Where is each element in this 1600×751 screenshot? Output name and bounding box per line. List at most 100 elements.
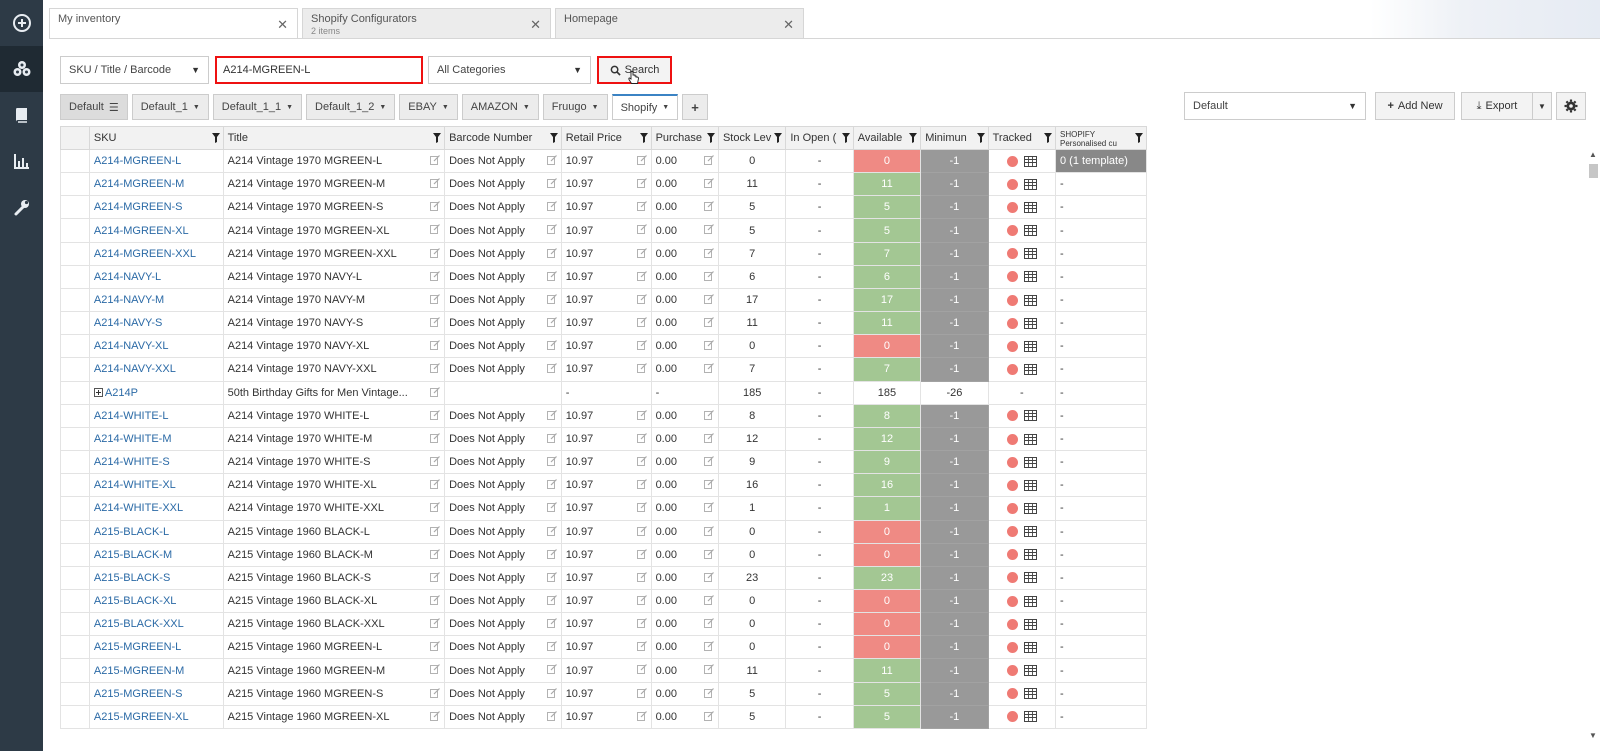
minimum-cell[interactable]: -1: [920, 426, 989, 452]
sku-link[interactable]: A214-NAVY-L: [94, 271, 161, 283]
edit-icon[interactable]: [430, 224, 441, 235]
tab-shopify-configurators[interactable]: Shopify Configurators 2 items ✕: [302, 8, 551, 38]
minimum-cell[interactable]: -1: [920, 565, 989, 590]
sku-cell[interactable]: A215-BLACK-L: [88, 519, 224, 544]
minimum-cell[interactable]: -1: [920, 403, 989, 428]
search-field-select[interactable]: SKU / Title / Barcode ▼: [60, 56, 209, 84]
edit-icon[interactable]: [636, 525, 647, 536]
minimum-cell[interactable]: -26: [920, 380, 989, 405]
sku-link[interactable]: A214-WHITE-M: [94, 433, 172, 445]
purchase-price-cell[interactable]: 0.00: [650, 496, 719, 521]
table-row[interactable]: A214-NAVY-L A214 Vintage 1970 NAVY-L Does …: [60, 264, 1147, 289]
purchase-price-cell[interactable]: 0.00: [650, 519, 719, 544]
tracked-cell[interactable]: [987, 264, 1057, 289]
table-row[interactable]: A215-BLACK-XXL A215 Vintage 1960 BLACK-XX…: [60, 612, 1147, 637]
edit-icon[interactable]: [430, 571, 441, 582]
minimum-cell[interactable]: -1: [920, 542, 989, 567]
edit-icon[interactable]: [704, 687, 714, 698]
table-icon[interactable]: [1023, 294, 1037, 306]
retail-price-cell[interactable]: 10.97: [560, 588, 652, 614]
table-row[interactable]: A215-MGREEN-S A215 Vintage 1960 MGREEN-S D…: [60, 681, 1147, 706]
barcode-cell[interactable]: Does Not Apply: [444, 519, 562, 544]
filter-icon[interactable]: [1044, 133, 1052, 143]
retail-price-cell[interactable]: 10.97: [560, 334, 652, 359]
table-icon[interactable]: [1023, 271, 1037, 283]
scroll-up-icon[interactable]: ▲: [1586, 150, 1600, 159]
edit-icon[interactable]: [546, 317, 557, 328]
edit-icon[interactable]: [636, 641, 647, 652]
sku-cell[interactable]: A215-BLACK-M: [88, 542, 224, 567]
row-select-cell[interactable]: [60, 635, 90, 660]
edit-icon[interactable]: [546, 479, 557, 490]
title-cell[interactable]: A215 Vintage 1960 BLACK-M: [222, 542, 446, 567]
table-row[interactable]: A215-MGREEN-L A215 Vintage 1960 MGREEN-L D…: [60, 635, 1147, 660]
edit-icon[interactable]: [636, 571, 647, 582]
edit-icon[interactable]: [546, 548, 557, 559]
edit-icon[interactable]: [704, 317, 714, 328]
filter-icon[interactable]: [841, 133, 850, 143]
barcode-cell[interactable]: Does Not Apply: [444, 264, 562, 289]
tracked-cell[interactable]: [987, 403, 1057, 428]
barcode-cell[interactable]: Does Not Apply: [444, 635, 562, 660]
purchase-price-cell[interactable]: 0.00: [650, 241, 719, 266]
filter-icon[interactable]: [211, 133, 220, 143]
edit-icon[interactable]: [430, 687, 441, 698]
sku-link[interactable]: A215-MGREEN-L: [94, 641, 181, 653]
title-cell[interactable]: A214 Vintage 1970 MGREEN-S: [222, 195, 446, 220]
row-select-cell[interactable]: [60, 357, 90, 382]
purchase-price-cell[interactable]: 0.00: [650, 287, 719, 313]
close-icon[interactable]: ✕: [783, 17, 794, 33]
edit-icon[interactable]: [430, 479, 441, 490]
barcode-cell[interactable]: Does Not Apply: [444, 681, 562, 706]
table-icon[interactable]: [1023, 433, 1037, 445]
retail-price-cell[interactable]: 10.97: [560, 635, 652, 660]
minimum-cell[interactable]: -1: [920, 287, 989, 313]
edit-icon[interactable]: [704, 664, 714, 675]
edit-icon[interactable]: [546, 664, 557, 675]
shopify-cell[interactable]: -: [1055, 704, 1147, 729]
row-select-cell[interactable]: [60, 287, 90, 313]
edit-icon[interactable]: [430, 409, 441, 420]
sku-link[interactable]: A215-BLACK-XXL: [94, 618, 184, 630]
add-view-button[interactable]: +: [682, 94, 708, 120]
scroll-down-icon[interactable]: ▼: [1586, 731, 1600, 740]
retail-price-cell[interactable]: 10.97: [560, 450, 652, 475]
add-new-button[interactable]: + Add New: [1375, 92, 1455, 120]
filter-icon[interactable]: [433, 133, 442, 143]
tracked-cell[interactable]: [987, 565, 1057, 590]
export-dropdown-button[interactable]: ▼: [1532, 92, 1552, 120]
barcode-cell[interactable]: Does Not Apply: [444, 426, 562, 452]
minimum-cell[interactable]: -1: [920, 588, 989, 614]
retail-price-cell[interactable]: 10.97: [560, 658, 652, 683]
table-row[interactable]: A215-BLACK-M A215 Vintage 1960 BLACK-M Doe…: [60, 542, 1147, 567]
retail-price-cell[interactable]: 10.97: [560, 681, 652, 706]
barcode-cell[interactable]: Does Not Apply: [444, 334, 562, 359]
edit-icon[interactable]: [430, 340, 441, 351]
sku-link[interactable]: A214-MGREEN-S: [94, 201, 183, 213]
edit-icon[interactable]: [546, 618, 557, 629]
shopify-cell[interactable]: -: [1055, 658, 1147, 683]
retail-price-cell[interactable]: 10.97: [560, 426, 652, 452]
sku-cell[interactable]: A215-MGREEN-L: [88, 635, 224, 660]
tracked-cell[interactable]: [987, 635, 1057, 660]
edit-icon[interactable]: [636, 432, 647, 443]
view-tab-default[interactable]: Default ☰: [60, 94, 128, 120]
table-icon[interactable]: [1023, 665, 1037, 677]
table-row[interactable]: A215-MGREEN-M A215 Vintage 1960 MGREEN-M D…: [60, 658, 1147, 683]
table-row[interactable]: A214-WHITE-L A214 Vintage 1970 WHITE-L Doe…: [60, 403, 1147, 428]
edit-icon[interactable]: [636, 224, 647, 235]
table-icon[interactable]: [1023, 155, 1037, 167]
edit-icon[interactable]: [546, 641, 557, 652]
minimum-cell[interactable]: -1: [920, 241, 989, 266]
sidebar-item-settings[interactable]: [0, 184, 43, 230]
row-select-cell[interactable]: [60, 450, 90, 475]
table-row[interactable]: A214P 50th Birthday Gifts for Men Vintage…: [60, 380, 1147, 405]
category-select[interactable]: All Categories ▼: [428, 56, 591, 84]
tracked-cell[interactable]: -: [987, 380, 1057, 405]
title-cell[interactable]: A214 Vintage 1970 MGREEN-XXL: [222, 241, 446, 266]
sku-cell[interactable]: A214-NAVY-L: [88, 264, 224, 289]
edit-icon[interactable]: [546, 201, 557, 212]
edit-icon[interactable]: [636, 664, 647, 675]
row-select-cell[interactable]: [60, 658, 90, 683]
shopify-cell[interactable]: -: [1055, 218, 1147, 243]
